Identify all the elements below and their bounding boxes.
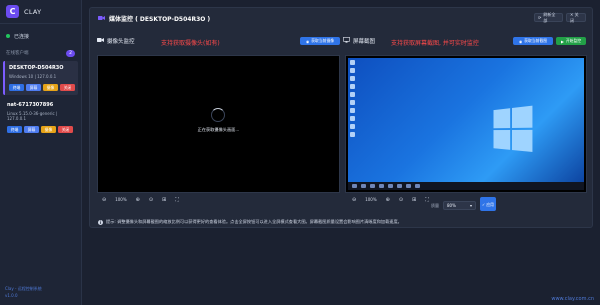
zoom-out-icon[interactable]: ⊖	[352, 197, 356, 203]
client-count-badge: 2	[66, 49, 75, 57]
footer-title: Clay - 远程控制系统	[5, 286, 42, 291]
client-info: Windows 10 | 127.0.0.1	[9, 74, 57, 79]
sidebar-footer: Clay - 远程控制系统 v1.0.0	[5, 285, 42, 299]
start-monitor-button[interactable]: ▶ 开始监控	[556, 37, 586, 45]
zoom-out-icon[interactable]: ⊖	[102, 197, 106, 203]
screen-title: 屏幕截图	[353, 39, 376, 45]
monitor-icon	[343, 37, 351, 45]
brand: C CLAY	[0, 0, 81, 24]
screen-zoom-toolbar: ⊖ 100% ⊕ ⊙ ⊞ ⛶	[352, 194, 429, 205]
refresh-all-button[interactable]: ⟳ 刷新全部	[534, 12, 563, 23]
screen-view	[345, 55, 587, 193]
client-card[interactable]: nat-6717307896 Linux 5.15.0-36-generic |…	[3, 98, 78, 137]
panel-header: 媒体监控 ( DESKTOP-D504R3O ) ⟳ 刷新全部 ✕ 关闭	[90, 8, 592, 28]
client-name: DESKTOP-D504R3O	[9, 65, 64, 71]
app-logo: C	[6, 5, 19, 18]
camera-section-header: 摄像头监控	[97, 35, 135, 47]
screen-note: 支持获取屏幕截图, 并可实时监控	[391, 40, 479, 47]
camera-icon: ◉	[305, 38, 310, 44]
hint-text: 提示: 调整摄像头和屏幕截图的缩放比例可以获得更好的查看体验。点击全屏按钮可以进…	[106, 219, 402, 224]
play-icon: ▶	[560, 38, 564, 44]
windows-logo-icon	[493, 105, 535, 156]
client-card[interactable]: DESKTOP-D504R3O Windows 10 | 127.0.0.1 终…	[3, 61, 78, 95]
status-label: 已连接	[14, 33, 30, 40]
panel-title: 媒体监控 ( DESKTOP-D504R3O )	[98, 14, 210, 23]
chevron-down-icon: ▾	[469, 203, 472, 208]
camera-button[interactable]: 摄像	[43, 84, 58, 91]
screen-button[interactable]: 屏幕	[24, 126, 39, 133]
camera-note: 支持获取摄像头(如有)	[161, 40, 220, 47]
refresh-icon: ⟳	[538, 15, 542, 20]
online-dot-icon	[6, 34, 10, 38]
apply-quality-button[interactable]: ✓ 应用	[480, 197, 496, 211]
screen-section-header: 屏幕截图	[343, 35, 375, 47]
section-title: 在线客户端	[6, 51, 29, 56]
terminal-button[interactable]: 终端	[9, 84, 24, 91]
panel-title-text: 媒体监控 ( DESKTOP-D504R3O )	[109, 16, 211, 23]
connection-status: 已连接	[0, 24, 81, 42]
quality-label: 质量	[431, 203, 439, 208]
desktop-icons	[350, 60, 356, 140]
camera-button[interactable]: 摄像	[41, 126, 56, 133]
camera-icon	[97, 37, 104, 45]
zoom-in-icon[interactable]: ⊕	[136, 197, 140, 203]
fullscreen-icon[interactable]: ⛶	[425, 197, 429, 203]
footer-version: v1.0.0	[5, 293, 18, 298]
hint-bar: i 提示: 调整摄像头和屏幕截图的缩放比例可以获得更好的查看体验。点击全屏按钮可…	[98, 219, 402, 225]
disconnect-button[interactable]: 关闭	[58, 126, 73, 133]
disconnect-button[interactable]: 关闭	[60, 84, 75, 91]
info-icon: i	[98, 219, 103, 225]
client-info: Linux 5.15.0-36-generic | 127.0.0.1	[7, 111, 58, 121]
camera-icon: ◉	[518, 38, 523, 44]
zoom-in-icon[interactable]: ⊕	[386, 197, 390, 203]
camera-view: 正在获取摄像头画面...	[97, 55, 340, 193]
close-button[interactable]: ✕ 关闭	[566, 12, 586, 23]
remote-taskbar	[348, 182, 584, 190]
camera-zoom-level: 100%	[115, 197, 127, 202]
capture-camera-button[interactable]: ◉ 获取当前摄像	[300, 37, 340, 45]
media-monitor-panel: 媒体监控 ( DESKTOP-D504R3O ) ⟳ 刷新全部 ✕ 关闭 摄像头…	[89, 7, 593, 228]
camera-loading-text: 正在获取摄像头画面...	[197, 127, 240, 132]
loading-spinner-icon	[211, 108, 225, 122]
camera-zoom-toolbar: ⊖ 100% ⊕ ⊙ ⊞ ⛶	[102, 194, 179, 205]
app-name: CLAY	[24, 7, 42, 16]
zoom-reset-icon[interactable]: ⊙	[149, 197, 153, 203]
fit-icon[interactable]: ⊞	[162, 197, 166, 203]
quality-select[interactable]: 80% ▾	[443, 201, 476, 210]
video-camera-icon	[98, 15, 105, 23]
screen-button[interactable]: 屏幕	[26, 84, 41, 91]
fit-icon[interactable]: ⊞	[412, 197, 416, 203]
screen-zoom-level: 100%	[365, 197, 377, 202]
fullscreen-icon[interactable]: ⛶	[175, 197, 179, 203]
zoom-reset-icon[interactable]: ⊙	[399, 197, 403, 203]
watermark: www.clay.com.cn	[551, 296, 594, 302]
remote-desktop-screenshot	[348, 58, 584, 190]
camera-title: 摄像头监控	[107, 39, 135, 45]
sidebar: C CLAY 已连接 在线客户端 2 DESKTOP-D504R3O Windo…	[0, 0, 82, 305]
client-name: nat-6717307896	[7, 102, 54, 108]
capture-screen-button[interactable]: ◉ 获取当前截图	[513, 37, 553, 45]
client-section-header: 在线客户端 2	[0, 42, 81, 58]
terminal-button[interactable]: 终端	[7, 126, 22, 133]
